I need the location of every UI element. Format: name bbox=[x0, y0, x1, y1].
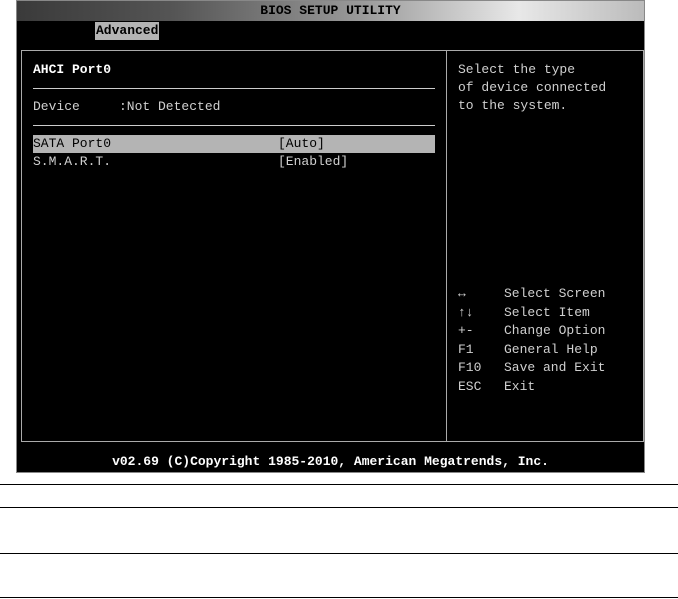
key-esc: ESC bbox=[458, 379, 482, 394]
key-select-item: ↑↓ bbox=[458, 304, 474, 320]
menu-item-smart[interactable]: S.M.A.R.T. bbox=[33, 153, 111, 171]
table-rule bbox=[0, 597, 678, 598]
copyright-footer: v02.69 (C)Copyright 1985-2010, American … bbox=[112, 454, 549, 469]
menu-item-sata-port0[interactable]: SATA Port0 bbox=[33, 135, 111, 153]
table-rule bbox=[0, 507, 678, 508]
table-rule bbox=[0, 553, 678, 554]
key-f1: F1 bbox=[458, 341, 474, 357]
key-desc: General Help bbox=[504, 341, 598, 357]
key-desc: Select Screen bbox=[504, 286, 606, 301]
bios-screen: BIOS SETUP UTILITY Advanced AHCI Port0 D… bbox=[16, 0, 645, 473]
table-rule bbox=[0, 484, 678, 485]
help-text-line: Select the type bbox=[458, 62, 576, 77]
help-text-line: of device connected bbox=[458, 80, 607, 95]
key-desc: Change Option bbox=[504, 323, 606, 339]
tab-advanced[interactable]: Advanced bbox=[95, 22, 160, 40]
key-desc: Select Item bbox=[504, 304, 590, 320]
menu-item-smart-value[interactable]: [Enabled] bbox=[278, 153, 348, 171]
section-title: AHCI Port0 bbox=[33, 62, 112, 77]
separator bbox=[33, 88, 435, 89]
key-desc: Exit bbox=[504, 379, 536, 394]
key-change-option: +- bbox=[458, 323, 474, 339]
title-bar: BIOS SETUP UTILITY bbox=[17, 1, 644, 21]
menu-item-sata-port0-value[interactable]: [Auto] bbox=[278, 135, 325, 153]
key-desc: Save and Exit bbox=[504, 360, 606, 376]
main-panel: AHCI Port0 Device :Not Detected SATA Por… bbox=[21, 50, 644, 442]
key-select-screen: ↔ bbox=[458, 286, 466, 301]
help-text-line: to the system. bbox=[458, 98, 568, 113]
key-f10: F10 bbox=[458, 360, 482, 376]
separator bbox=[33, 125, 435, 126]
panel-divider bbox=[446, 51, 447, 441]
device-value: :Not Detected bbox=[119, 99, 221, 114]
device-label: Device bbox=[33, 99, 80, 114]
